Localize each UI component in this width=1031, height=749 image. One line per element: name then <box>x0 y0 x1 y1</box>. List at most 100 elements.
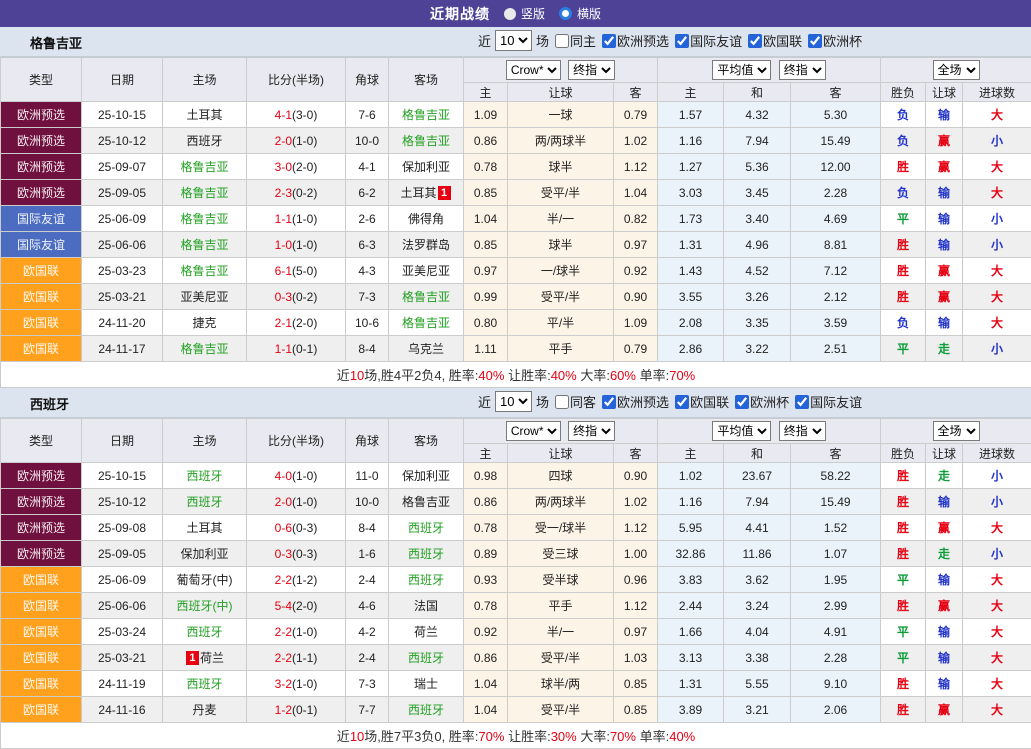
fulltime-score: 4-0 <box>275 469 292 483</box>
score: 2-3(0-2) <box>247 180 346 206</box>
handicap-line: 受半球 <box>508 567 614 593</box>
final-odds-select[interactable]: 终指 <box>568 421 615 441</box>
league-filter-checkbox[interactable] <box>675 395 689 409</box>
radio-unselected-icon[interactable] <box>504 8 516 20</box>
result-wdl: 胜 <box>881 232 926 258</box>
home-team-name[interactable]: 格鲁吉亚 <box>180 212 228 226</box>
result-goals: 小 <box>963 489 1031 515</box>
col-score: 比分(半场) <box>247 419 346 463</box>
home-team-name[interactable]: 格鲁吉亚 <box>180 186 228 200</box>
fulltime-score: 0-3 <box>275 290 292 304</box>
avg-home-odds: 3.03 <box>658 180 724 206</box>
match-date: 25-09-08 <box>82 515 163 541</box>
league-filter-checkbox[interactable] <box>602 395 616 409</box>
fulltime-score: 2-0 <box>275 495 292 509</box>
home-team-name[interactable]: 西班牙 <box>186 495 222 509</box>
result-handicap: 赢 <box>926 515 963 541</box>
final-odds-select-2[interactable]: 终指 <box>779 421 826 441</box>
match-date: 25-03-21 <box>82 284 163 310</box>
halftime-score: (0-2) <box>292 186 317 200</box>
bookmaker-select[interactable]: Crow* <box>506 421 561 441</box>
layout-radio-vertical[interactable]: 竖版 <box>504 5 545 22</box>
result-handicap: 输 <box>926 619 963 645</box>
home-team-name[interactable]: 格鲁吉亚 <box>180 264 228 278</box>
away-team-name[interactable]: 西班牙 <box>408 651 444 665</box>
home-team-name[interactable]: 西班牙(中) <box>177 599 233 613</box>
halftime-score: (5-0) <box>292 264 317 278</box>
away-team-name[interactable]: 格鲁吉亚 <box>402 108 450 122</box>
match-row: 欧国联24-11-16丹麦1-2(0-1)7-7西班牙1.04受平/半0.853… <box>1 697 1031 723</box>
home-team-name[interactable]: 格鲁吉亚 <box>180 342 228 356</box>
col-away: 客场 <box>389 419 464 463</box>
home-team-name[interactable]: 西班牙 <box>186 625 222 639</box>
scope-select[interactable]: 全场 <box>933 421 980 441</box>
away-team-name[interactable]: 西班牙 <box>408 573 444 587</box>
final-odds-select[interactable]: 终指 <box>568 60 615 80</box>
radio-selected-icon[interactable] <box>559 7 572 20</box>
avg-away-odds: 2.28 <box>791 180 881 206</box>
match-count-select[interactable]: 10 <box>495 30 532 51</box>
league-filter-checkbox[interactable] <box>808 34 822 48</box>
result-wdl: 胜 <box>881 697 926 723</box>
sub-col-avg-draw: 和 <box>724 444 791 463</box>
same-venue-checkbox[interactable] <box>555 395 569 409</box>
type-badge: 欧国联 <box>1 619 82 645</box>
away-team: 格鲁吉亚 <box>389 102 464 128</box>
away-team-name[interactable]: 西班牙 <box>408 521 444 535</box>
average-group-header: 平均值 终指 <box>658 58 881 83</box>
league-filter-checkbox[interactable] <box>602 34 616 48</box>
type-badge: 欧洲预选 <box>1 180 82 206</box>
home-team-name[interactable]: 西班牙 <box>186 469 222 483</box>
match-date: 25-10-12 <box>82 489 163 515</box>
halftime-score: (0-1) <box>292 342 317 356</box>
result-handicap: 赢 <box>926 284 963 310</box>
home-team-name[interactable]: 格鲁吉亚 <box>180 160 228 174</box>
match-row: 欧国联24-11-17格鲁吉亚1-1(0-1)8-4乌克兰1.11平手0.792… <box>1 336 1031 362</box>
away-team: 西班牙 <box>389 567 464 593</box>
match-count-select[interactable]: 10 <box>495 391 532 412</box>
odds-home: 0.97 <box>464 258 508 284</box>
avg-draw-odds: 3.26 <box>724 284 791 310</box>
games-label: 场 <box>536 392 549 411</box>
odds-home: 0.92 <box>464 619 508 645</box>
match-row: 欧国联25-03-24西班牙2-2(1-0)4-2荷兰0.92半/一0.971.… <box>1 619 1031 645</box>
league-filter-checkbox[interactable] <box>675 34 689 48</box>
corner-score: 11-0 <box>346 463 389 489</box>
type-badge: 欧国联 <box>1 258 82 284</box>
away-team-name[interactable]: 格鲁吉亚 <box>402 316 450 330</box>
type-badge: 欧国联 <box>1 697 82 723</box>
avg-away-odds: 9.10 <box>791 671 881 697</box>
summary-segment: 单率: <box>636 729 669 744</box>
halftime-score: (0-3) <box>292 547 317 561</box>
league-filter-checkbox[interactable] <box>735 395 749 409</box>
league-filter-checkbox[interactable] <box>795 395 809 409</box>
home-team-name[interactable]: 西班牙 <box>186 677 222 691</box>
layout-radio-horizontal[interactable]: 横版 <box>559 5 601 22</box>
away-team-name[interactable]: 格鲁吉亚 <box>402 134 450 148</box>
bookmaker-select[interactable]: Crow* <box>506 60 561 80</box>
same-venue-checkbox[interactable] <box>555 34 569 48</box>
result-handicap: 输 <box>926 102 963 128</box>
scope-select[interactable]: 全场 <box>933 60 980 80</box>
average-select[interactable]: 平均值 <box>712 60 771 80</box>
match-date: 25-06-06 <box>82 232 163 258</box>
handicap-line: 一/球半 <box>508 258 614 284</box>
home-team-name: 捷克 <box>192 316 216 330</box>
odds-away: 1.03 <box>614 645 658 671</box>
league-filter-checkbox[interactable] <box>748 34 762 48</box>
type-badge: 欧洲预选 <box>1 489 82 515</box>
away-team-name[interactable]: 西班牙 <box>408 547 444 561</box>
away-team-name[interactable]: 西班牙 <box>408 703 444 717</box>
corner-score: 10-0 <box>346 489 389 515</box>
away-team: 法罗群岛 <box>389 232 464 258</box>
average-select[interactable]: 平均值 <box>712 421 771 441</box>
away-team-name[interactable]: 格鲁吉亚 <box>402 290 450 304</box>
sub-col-avg-draw: 和 <box>724 83 791 102</box>
home-team-name[interactable]: 格鲁吉亚 <box>180 238 228 252</box>
league-filter-label: 欧洲预选 <box>617 395 669 410</box>
result-wdl: 胜 <box>881 515 926 541</box>
col-date: 日期 <box>82 419 163 463</box>
away-team-name: 法罗群岛 <box>402 238 450 252</box>
final-odds-select-2[interactable]: 终指 <box>779 60 826 80</box>
avg-home-odds: 1.27 <box>658 154 724 180</box>
